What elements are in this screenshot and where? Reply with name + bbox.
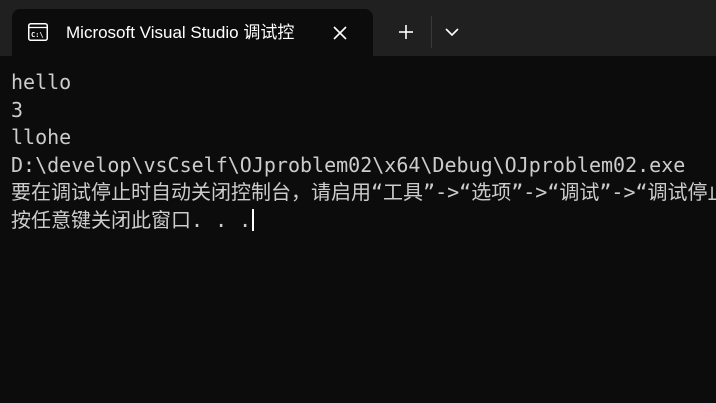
svg-text:C:\: C:\ — [31, 31, 44, 39]
toolbar-divider — [431, 16, 432, 48]
console-line: llohe — [11, 125, 72, 150]
console-line: 按任意键关闭此窗口. . . — [11, 207, 252, 232]
console-line: hello — [11, 70, 72, 94]
console-output[interactable]: hello 3 llohe D:\develop\vsCself\OJprobl… — [11, 69, 716, 403]
console-line: 要在调试停止时自动关闭控制台，请启用“工具”->“选项”->“调试”->“调试停… — [11, 180, 716, 205]
plus-icon[interactable] — [394, 20, 418, 44]
title-bar: C:\ Microsoft Visual Studio 调试控 — [0, 0, 716, 56]
chevron-down-icon[interactable] — [442, 22, 462, 42]
console-icon: C:\ — [28, 23, 48, 41]
text-cursor — [252, 208, 255, 231]
tab-title: Microsoft Visual Studio 调试控 — [66, 23, 295, 42]
terminal-window: C:\ Microsoft Visual Studio 调试控 hello 3 … — [0, 0, 716, 403]
close-icon[interactable] — [330, 23, 350, 43]
console-line: D:\develop\vsCself\OJproblem02\x64\Debug… — [11, 152, 686, 177]
console-line: 3 — [11, 97, 24, 122]
console-prompt-line: 按任意键关闭此窗口. . . — [11, 207, 716, 235]
tab-debug-console[interactable]: C:\ Microsoft Visual Studio 调试控 — [12, 9, 373, 56]
